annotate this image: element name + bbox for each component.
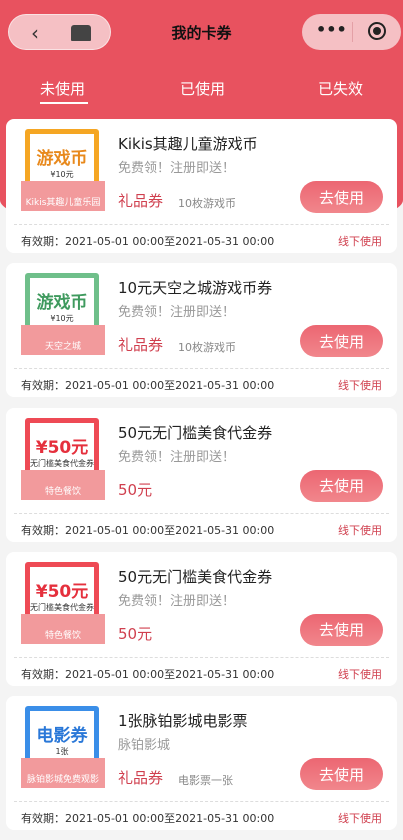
usage-type: 线下使用 <box>338 379 382 393</box>
nav-capsule-right: ••• <box>302 14 401 50</box>
coupon-subtitle: 免费领！注册即送！ <box>118 449 236 465</box>
coupon-thumbnail: 游戏币 ¥10元 天空之城 <box>21 273 111 356</box>
usage-type: 线下使用 <box>338 235 382 248</box>
coupon-name: 1张脉铂影城电影票 <box>118 712 248 731</box>
use-coupon-button[interactable]: 去使用 <box>300 469 383 502</box>
coupon-card: ¥50元 无门槛美食代金券 1张 特色餐饮 50元无门槛美食代金券 免费领！注册… <box>6 407 397 542</box>
validity-period: 有效期：2021-05-01 00:00至2021-05-31 00:00 <box>21 523 275 537</box>
usage-type: 线下使用 <box>338 523 382 537</box>
use-coupon-button[interactable]: 去使用 <box>300 181 383 213</box>
coupon-name: 10元天空之城游戏币券 <box>118 279 273 298</box>
validity-period: 有效期：2021-05-01 00:00至2021-05-31 00:00 <box>21 667 275 681</box>
coupon-note: 10枚游戏币 <box>178 197 236 210</box>
thumb-title: 游戏币 <box>36 293 88 314</box>
divider <box>14 512 389 514</box>
coupon-subtitle: 免费领！注册即送！ <box>118 593 236 609</box>
validity-period: 有效期：2021-05-01 00:00至2021-05-31 00:00 <box>21 235 275 248</box>
thumb-merchant: Kikis其趣儿童乐园 <box>21 181 105 211</box>
use-coupon-button[interactable]: 去使用 <box>300 325 383 358</box>
coupon-thumbnail: ¥50元 无门槛美食代金券 1张 特色餐饮 <box>21 561 111 644</box>
tab-used[interactable]: 已使用 <box>180 78 225 99</box>
coupon-thumbnail: ¥50元 无门槛美食代金券 1张 特色餐饮 <box>21 417 111 500</box>
thumb-subtitle: ¥10元 <box>50 314 74 324</box>
usage-type: 线下使用 <box>338 667 382 681</box>
tab-unused[interactable]: 未使用 <box>40 78 85 99</box>
usage-type: 线下使用 <box>338 812 382 826</box>
coupon-name: 50元无门槛美食代金券 <box>118 567 273 586</box>
thumb-merchant: 特色餐饮 <box>21 613 105 644</box>
divider <box>14 801 389 803</box>
thumb-title: ¥50元 <box>35 581 89 602</box>
coupon-card: 游戏币 ¥10元 天空之城 10元天空之城游戏币券 免费领！注册即送！ 礼品券 … <box>6 263 397 398</box>
validity-period: 有效期：2021-05-01 00:00至2021-05-31 00:00 <box>21 379 275 393</box>
use-coupon-button[interactable]: 去使用 <box>300 613 383 646</box>
coupon-type: 礼品券 <box>118 769 164 788</box>
coupon-type: 50元 <box>118 624 153 643</box>
thumb-title: ¥50元 <box>35 437 89 458</box>
coupon-type: 礼品券 <box>118 192 164 210</box>
thumb-title: 电影券 <box>36 726 88 747</box>
coupon-thumbnail: 游戏币 ¥10元 Kikis其趣儿童乐园 <box>21 129 111 211</box>
coupon-type: 50元 <box>118 480 153 499</box>
divider <box>14 656 389 658</box>
coupon-name: 50元无门槛美食代金券 <box>118 423 273 442</box>
validity-period: 有效期：2021-05-01 00:00至2021-05-31 00:00 <box>21 812 275 826</box>
coupon-subtitle: 脉铂影城 <box>118 738 171 754</box>
coupon-card: 游戏币 ¥10元 Kikis其趣儿童乐园 Kikis其趣儿童游戏币 免费领！注册… <box>6 119 397 253</box>
coupon-thumbnail: 电影券 1张 脉铂影城免费观影 <box>21 706 111 789</box>
coupon-type: 礼品券 <box>118 336 164 355</box>
tab-expired[interactable]: 已失效 <box>318 78 363 99</box>
coupon-note: 10枚游戏币 <box>178 341 236 355</box>
thumb-merchant: 脉铂影城免费观影 <box>21 758 105 789</box>
thumb-merchant: 特色餐饮 <box>21 469 105 500</box>
close-miniapp-icon[interactable] <box>368 22 386 40</box>
coupon-note: 电影票一张 <box>178 774 233 788</box>
use-coupon-button[interactable]: 去使用 <box>300 758 383 791</box>
thumb-subtitle: ¥10元 <box>50 170 74 179</box>
coupon-subtitle: 免费领！注册即送！ <box>118 305 236 321</box>
thumb-merchant: 天空之城 <box>21 325 105 356</box>
coupon-name: Kikis其趣儿童游戏币 <box>118 135 258 153</box>
active-tab-indicator <box>40 102 88 104</box>
divider <box>14 224 389 225</box>
coupon-card: 电影券 1张 脉铂影城免费观影 1张脉铂影城电影票 脉铂影城 礼品券 电影票一张… <box>6 696 397 831</box>
thumb-subtitle: 1张 <box>55 747 69 757</box>
more-icon[interactable]: ••• <box>316 20 347 39</box>
coupon-card: ¥50元 无门槛美食代金券 1张 特色餐饮 50元无门槛美食代金券 免费领！注册… <box>6 551 397 686</box>
thumb-title: 游戏币 <box>36 149 88 169</box>
coupon-subtitle: 免费领！注册即送！ <box>118 161 236 176</box>
divider <box>14 368 389 370</box>
